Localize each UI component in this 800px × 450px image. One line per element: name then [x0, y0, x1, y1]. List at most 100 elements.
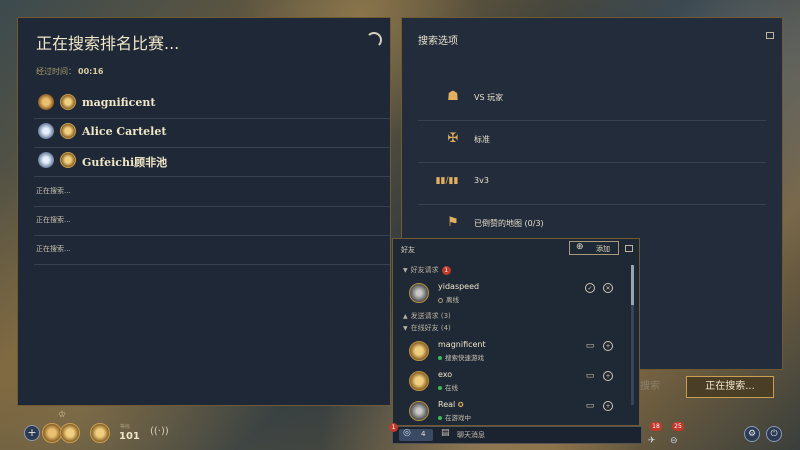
add-friend-button[interactable]: ⊕ 添加 — [569, 241, 619, 255]
online-dot-icon — [438, 356, 442, 360]
rank-emblem-icon — [38, 94, 54, 110]
search-options-title: 搜索选项 — [418, 36, 458, 47]
chat-badge: 1 — [389, 423, 398, 432]
search-ghost-button[interactable]: 搜索 — [640, 376, 680, 398]
collapse-arrow-icon: ▼ — [403, 267, 408, 274]
option-team-size[interactable]: ▮▮/▮▮ 3v3 — [418, 162, 766, 205]
searching-title: 正在搜索排名比赛... — [36, 34, 180, 53]
elapsed-value: 00:16 — [78, 67, 104, 76]
crown-icon: ♔ — [58, 410, 67, 420]
friend-name: Real ✪ — [438, 400, 464, 409]
option-label: VS 玩家 — [474, 93, 504, 102]
searching-slot: 正在搜索... — [34, 207, 390, 236]
level-label: 等级 — [120, 424, 131, 430]
friend-name: yidaspeed — [438, 282, 480, 291]
searching-slot: 正在搜索... — [34, 236, 390, 265]
searching-slot-label: 正在搜索... — [36, 245, 71, 253]
invite-icon[interactable]: + — [603, 341, 613, 351]
searching-slot-label: 正在搜索... — [36, 187, 71, 195]
friend-requests-section[interactable]: ▼ 好友请求 1 — [403, 265, 451, 275]
settings-icon[interactable]: ⚙ — [744, 426, 760, 442]
level-value: 101 — [119, 431, 140, 442]
sent-requests-label: 发送请求 (3) — [410, 312, 451, 320]
network-icon: ((·)) — [150, 426, 169, 437]
option-vs-players[interactable]: ☗ VS 玩家 — [418, 78, 766, 121]
loading-spinner-icon — [366, 32, 382, 48]
party-member[interactable]: Gufeichi顾非池 — [34, 148, 390, 177]
friend-status: 搜索快速游戏 — [438, 352, 484, 362]
invite-icon[interactable]: + — [603, 371, 613, 381]
friend-name: magnificent — [438, 340, 486, 349]
offline-dot-icon — [438, 297, 443, 303]
avatar[interactable] — [60, 423, 80, 443]
chat-icon[interactable]: ▭ — [585, 341, 595, 351]
friends-icon: ◎ — [403, 428, 411, 438]
friends-panel: 好友 ⊕ 添加 ▼ 好友请求 1 yidaspeed 离线 ✓ ✕ ▲ 发送请求 (3… — [392, 238, 640, 426]
message-count: 25 — [672, 422, 684, 431]
party-member[interactable]: magnificent — [34, 90, 390, 119]
option-label: 标准 — [474, 135, 490, 144]
avatar — [409, 371, 429, 391]
map-icon: ⚑ — [447, 215, 459, 230]
elapsed-label: 经过时间： — [36, 67, 76, 76]
chat-bar[interactable]: 1 ◎ 4 ▤ 聊天消息 — [389, 423, 642, 444]
searching-button[interactable]: 正在搜索... — [686, 376, 774, 398]
friend-status: 在线 — [438, 382, 458, 392]
avatar — [409, 283, 429, 303]
notifications-button[interactable]: ✈ 18 — [648, 422, 664, 446]
avatar — [60, 152, 76, 168]
online-friends-label: 在线好友 (4) — [410, 324, 451, 332]
favorite-icon: ✪ — [457, 401, 464, 409]
minimize-icon[interactable] — [766, 32, 774, 39]
elapsed-time: 经过时间： 00:16 — [36, 66, 103, 77]
party-member[interactable]: Alice Cartelet — [34, 119, 390, 148]
rank-emblem-icon — [38, 123, 54, 139]
online-dot-icon — [438, 416, 442, 420]
friend-row[interactable]: exo 在线 ▭ + — [403, 369, 629, 397]
option-mode[interactable]: ✠ 标准 — [418, 120, 766, 163]
rank-emblem-icon[interactable] — [42, 423, 62, 443]
searching-slot-label: 正在搜索... — [36, 216, 71, 224]
messages-button[interactable]: ⊖ 25 — [670, 422, 686, 446]
online-dot-icon — [438, 386, 442, 390]
friend-name-text: Real — [438, 400, 456, 409]
collapse-arrow-icon: ▼ — [403, 325, 408, 332]
invite-icon[interactable]: + — [603, 401, 613, 411]
add-party-icon[interactable]: + — [24, 425, 40, 441]
friend-row[interactable]: Real ✪ 在游戏中 ▭ + — [403, 399, 629, 427]
sent-requests-section[interactable]: ▲ 发送请求 (3) — [403, 311, 451, 321]
friends-scrollbar[interactable] — [631, 265, 634, 405]
friend-row[interactable]: magnificent 搜索快速游戏 ▭ + — [403, 339, 629, 367]
option-label: 已倒赞的地图 (0/3) — [474, 219, 544, 228]
accept-icon[interactable]: ✓ — [585, 283, 595, 293]
friend-requests-label: 好友请求 — [410, 266, 439, 274]
mail-icon: ⊖ — [670, 436, 678, 446]
friend-status-text: 搜索快速游戏 — [445, 354, 484, 362]
avatar — [60, 123, 76, 139]
friend-request-row[interactable]: yidaspeed 离线 ✓ ✕ — [403, 281, 629, 309]
chat-icon: ▤ — [441, 428, 450, 438]
matchmaking-panel: 正在搜索排名比赛... 经过时间： 00:16 magnificent Alice… — [17, 17, 391, 406]
online-friends-count: 4 — [421, 430, 426, 438]
chat-label: 聊天消息 — [457, 431, 485, 439]
rank-emblem-icon — [38, 152, 54, 168]
friend-status: 在游戏中 — [438, 412, 471, 422]
friend-status-text: 离线 — [446, 296, 459, 304]
decline-icon[interactable]: ✕ — [603, 283, 613, 293]
minimize-icon[interactable] — [625, 245, 633, 252]
friend-status: 离线 — [438, 294, 459, 304]
scrollbar-thumb[interactable] — [631, 265, 634, 305]
friend-name: exo — [438, 370, 453, 379]
avatar — [409, 341, 429, 361]
avatar — [409, 401, 429, 421]
player-name: Alice Cartelet — [82, 125, 167, 138]
chat-icon[interactable]: ▭ — [585, 371, 595, 381]
avatar — [60, 94, 76, 110]
friends-toggle-button[interactable]: ◎ 4 — [399, 428, 433, 441]
power-icon[interactable]: ⏻ — [766, 426, 782, 442]
online-friends-section[interactable]: ▼ 在线好友 (4) — [403, 323, 451, 333]
chat-icon[interactable]: ▭ — [585, 401, 595, 411]
searching-slot: 正在搜索... — [34, 178, 390, 207]
friend-status-text: 在游戏中 — [445, 414, 471, 422]
level-badge-icon — [90, 423, 110, 443]
